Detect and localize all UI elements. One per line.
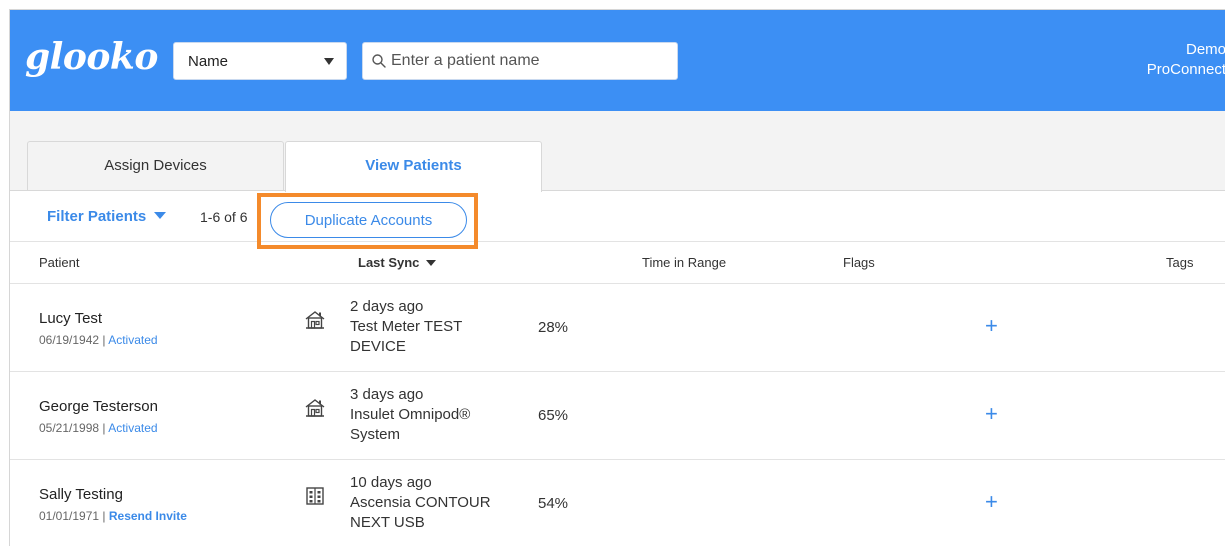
user-org: ProConnect	[1146, 61, 1225, 78]
caret-down-icon	[154, 212, 167, 219]
user-menu[interactable]: Demo ProConnect	[1147, 40, 1225, 80]
table-header: Patient Last Sync Time in Range Flags Ta…	[10, 241, 1225, 284]
column-header-tags[interactable]: Tags	[1166, 255, 1193, 270]
table-row[interactable]: George Testerson 05/21/1998 | Activated …	[10, 372, 1225, 460]
sync-device: Insulet Omnipod® System	[350, 406, 471, 443]
sync-device: Test Meter TEST DEVICE	[350, 318, 462, 355]
filter-patients-label: Filter Patients	[47, 208, 147, 225]
time-in-range-value: 54%	[538, 495, 569, 512]
resend-invite-link[interactable]: Resend Invite	[109, 509, 187, 523]
patient-count: 1-6 of 6	[200, 209, 248, 225]
glooko-logo[interactable]: glooko	[25, 36, 158, 78]
patient-dob: 06/19/1942	[39, 333, 100, 347]
sort-desc-icon	[426, 260, 437, 266]
patients-toolbar: Filter Patients 1-6 of 6 Duplicate Accou…	[10, 191, 1225, 249]
caret-down-icon	[324, 58, 334, 65]
patient-status: Activated	[108, 421, 158, 435]
clinic-building-icon	[306, 487, 324, 505]
add-tag-button[interactable]: +	[985, 491, 998, 513]
table-row[interactable]: Sally Testing 01/01/1971 | Resend Invite…	[10, 460, 1225, 546]
filter-patients-button[interactable]: Filter Patients	[47, 208, 167, 225]
column-header-flags[interactable]: Flags	[843, 255, 875, 270]
tab-assign-devices[interactable]: Assign Devices	[27, 141, 284, 191]
search-by-select[interactable]: Name	[173, 42, 347, 80]
patient-meta: 05/21/1998 | Activated	[39, 421, 158, 435]
search-by-value: Name	[188, 53, 229, 70]
last-sync-cell: 2 days ago Test Meter TEST DEVICE	[350, 297, 520, 357]
sync-time: 2 days ago	[350, 298, 424, 315]
top-header: glooko Name Demo ProConnect	[10, 10, 1225, 111]
column-header-last-sync[interactable]: Last Sync	[358, 255, 437, 270]
patients-panel: Filter Patients 1-6 of 6 Duplicate Accou…	[10, 190, 1225, 546]
patient-dob: 01/01/1971	[39, 509, 100, 523]
add-tag-button[interactable]: +	[985, 403, 998, 425]
sync-device: Ascensia CONTOUR NEXT USB	[350, 494, 491, 531]
patient-meta: 01/01/1971 | Resend Invite	[39, 509, 187, 523]
patient-status: Activated	[108, 333, 158, 347]
patient-name[interactable]: George Testerson	[39, 398, 158, 415]
patient-dob: 05/21/1998	[39, 421, 100, 435]
patient-meta: 06/19/1942 | Activated	[39, 333, 158, 347]
home-icon	[305, 399, 325, 417]
last-sync-label: Last Sync	[358, 255, 420, 270]
patient-name[interactable]: Sally Testing	[39, 486, 123, 503]
time-in-range-value: 28%	[538, 319, 569, 336]
last-sync-cell: 10 days ago Ascensia CONTOUR NEXT USB	[350, 473, 520, 533]
sync-time: 3 days ago	[350, 386, 424, 403]
home-icon	[305, 311, 325, 329]
table-row[interactable]: Lucy Test 06/19/1942 | Activated 2 days …	[10, 284, 1225, 372]
add-tag-button[interactable]: +	[985, 315, 998, 337]
sync-time: 10 days ago	[350, 474, 432, 491]
app-frame: glooko Name Demo ProConnect Assign Devic…	[9, 9, 1225, 546]
tab-view-patients[interactable]: View Patients	[285, 141, 542, 192]
user-name: Demo	[1185, 41, 1225, 58]
last-sync-cell: 3 days ago Insulet Omnipod® System	[350, 385, 520, 445]
column-header-time-in-range[interactable]: Time in Range	[642, 255, 726, 270]
duplicate-accounts-button[interactable]: Duplicate Accounts	[270, 202, 467, 238]
time-in-range-value: 65%	[538, 407, 569, 424]
patient-name[interactable]: Lucy Test	[39, 310, 102, 327]
patient-search-box[interactable]	[362, 42, 678, 80]
column-header-patient[interactable]: Patient	[39, 255, 79, 270]
patient-search-input[interactable]	[391, 51, 661, 71]
search-icon	[372, 54, 386, 68]
